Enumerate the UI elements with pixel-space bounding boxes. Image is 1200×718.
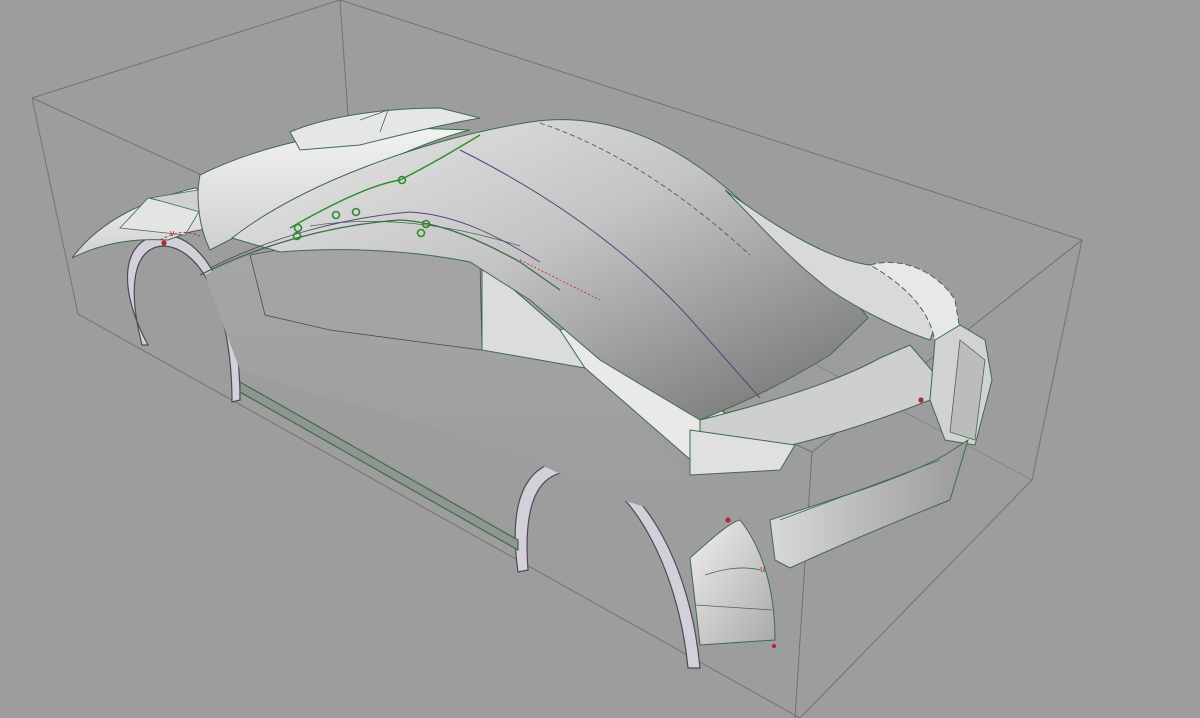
red-uv-marker-icon[interactable] [918, 397, 924, 403]
red-uv-marker-icon[interactable] [725, 517, 731, 523]
red-uv-marker-icon[interactable] [161, 240, 167, 246]
front-fender-patch[interactable] [689, 519, 776, 646]
rear-bumper-surface[interactable] [769, 438, 969, 569]
3d-modeling-viewport[interactable]: u v [0, 0, 1200, 718]
origin-v-label: v [170, 228, 175, 238]
viewport-canvas[interactable]: u v [0, 0, 1200, 718]
rear-quarter-surface[interactable] [929, 324, 993, 446]
red-uv-marker-icon[interactable] [771, 643, 777, 649]
origin-u-label: u [760, 564, 765, 574]
